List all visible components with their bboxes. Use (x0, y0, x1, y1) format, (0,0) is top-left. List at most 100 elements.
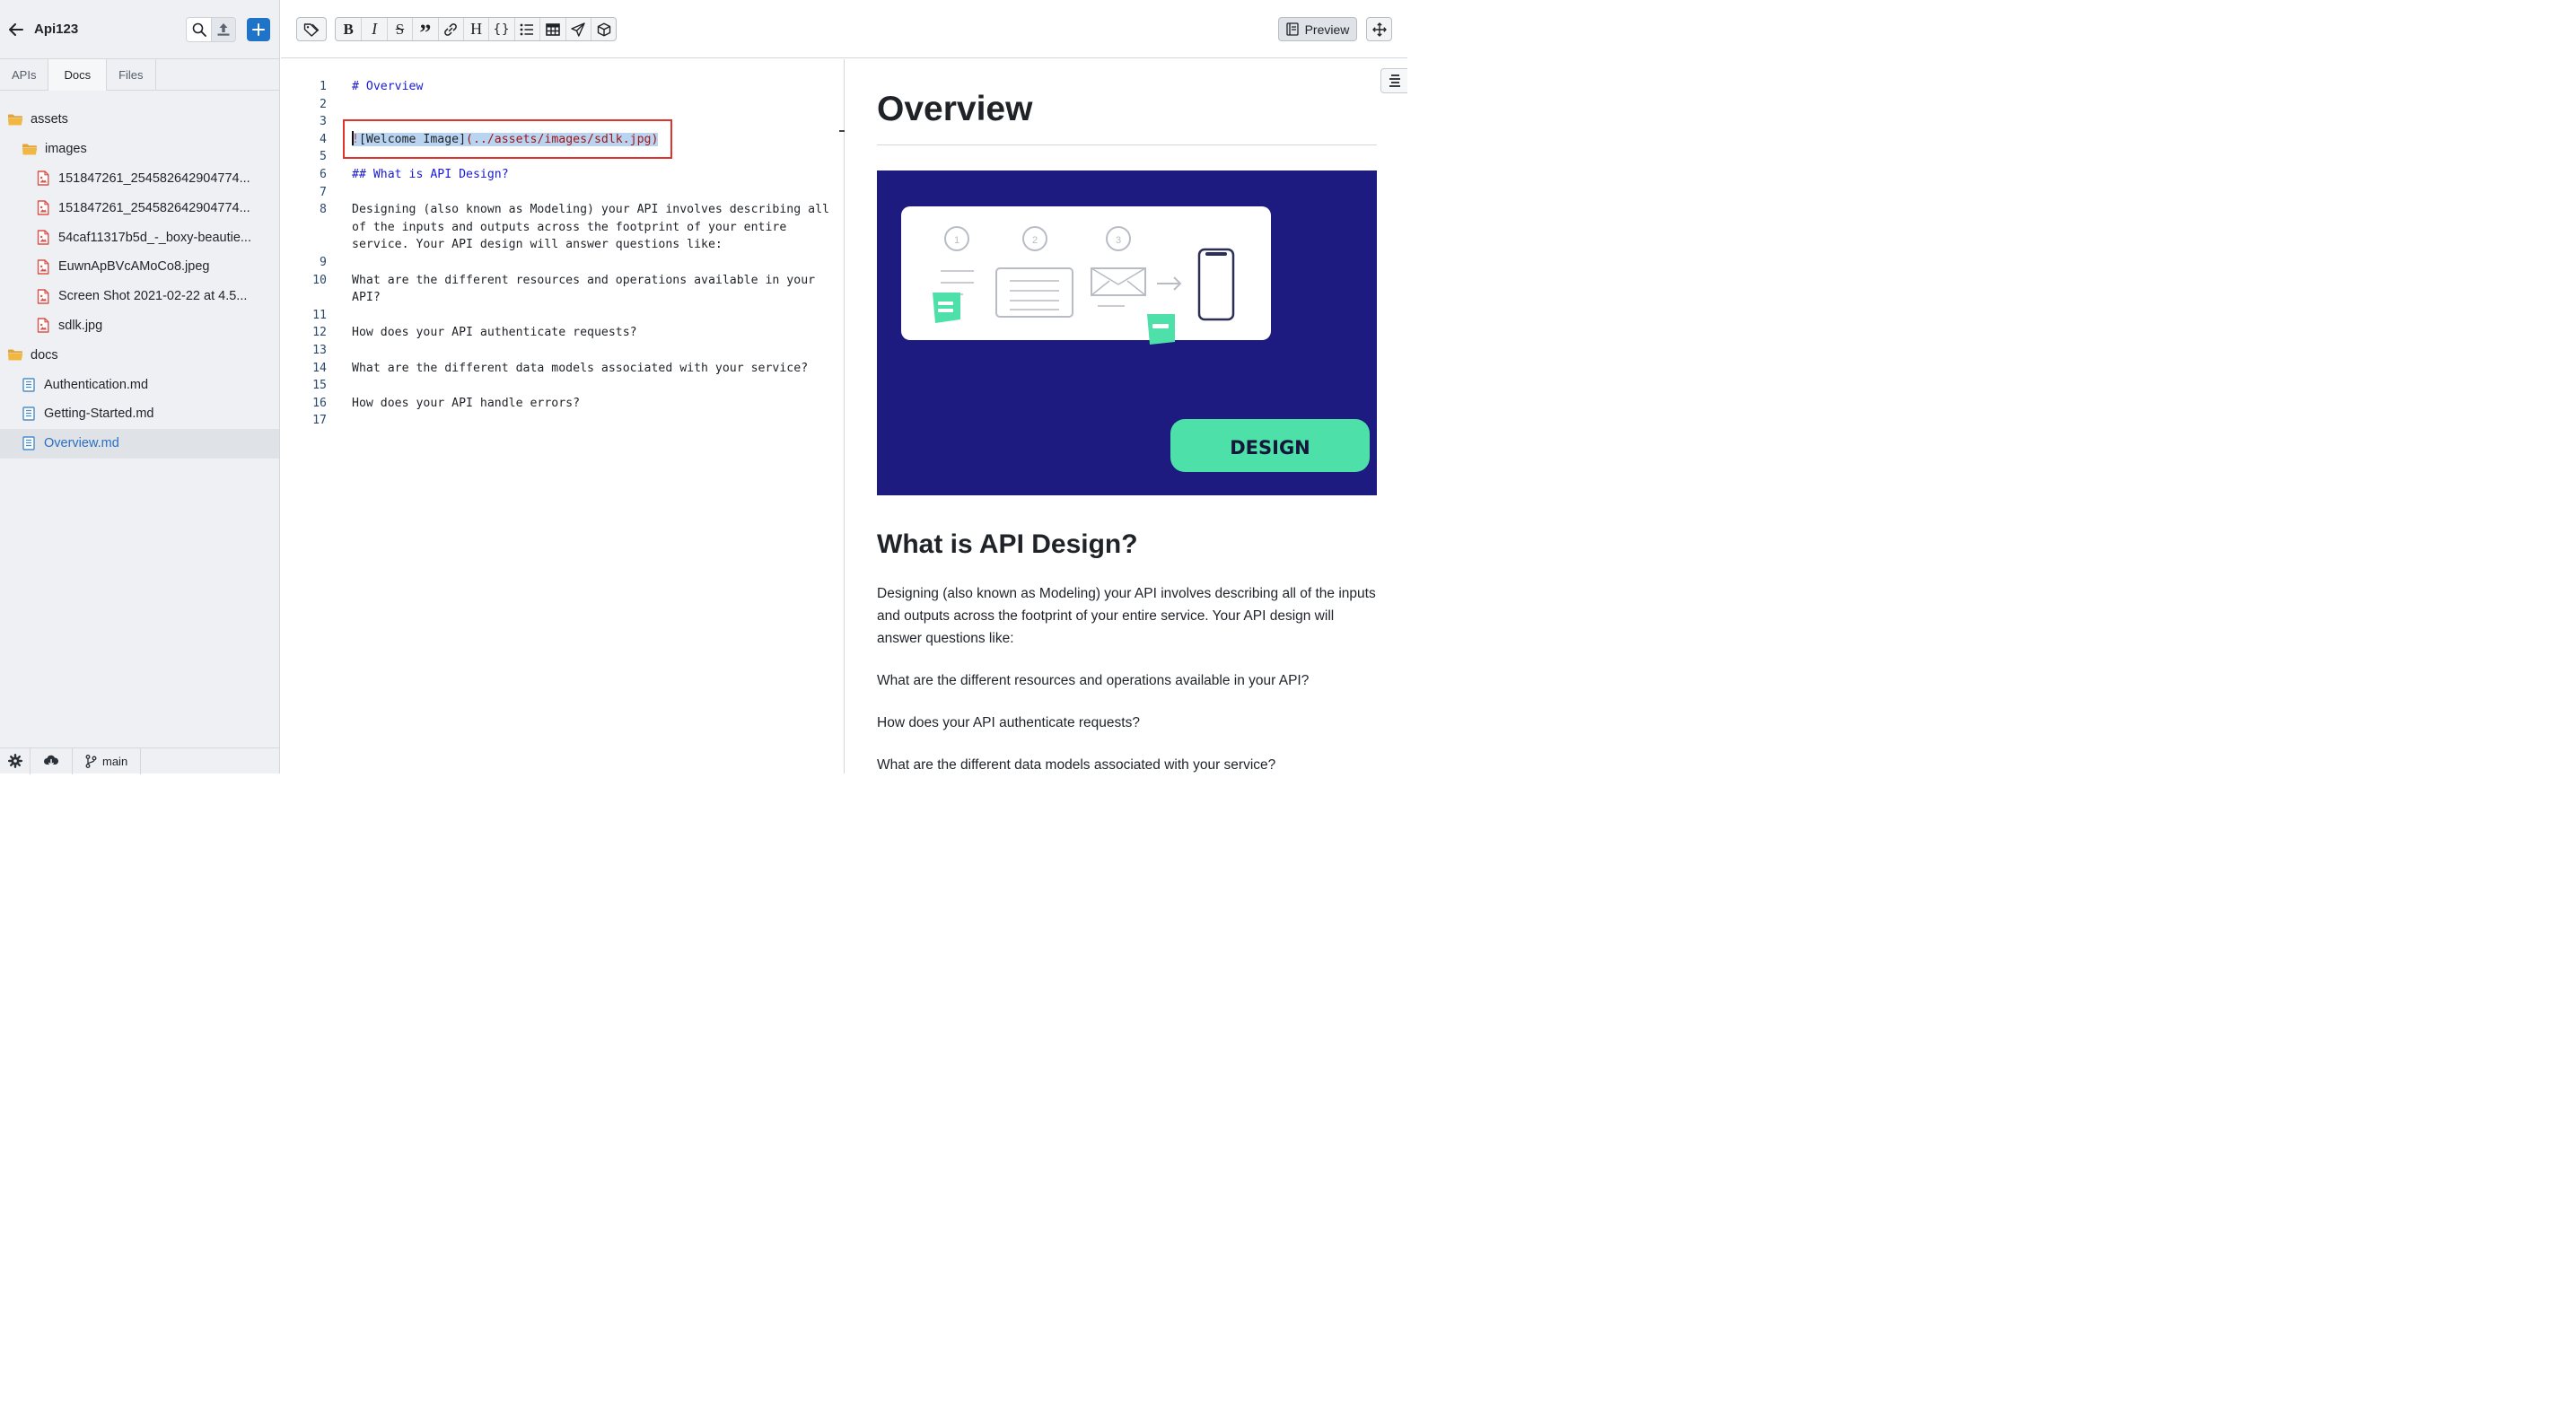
line-number: 13 (312, 344, 327, 357)
upload-icon[interactable] (211, 17, 235, 41)
heading-divider (877, 144, 1377, 145)
add-button[interactable] (247, 17, 270, 41)
tree-item-sdlk-jpg[interactable]: sdlk.jpg (0, 311, 279, 341)
tab-apis[interactable]: APIs (0, 59, 49, 90)
bullet-list-button[interactable] (513, 18, 539, 40)
tree-item-screen-shot-2021-02-22-at-4-5[interactable]: Screen Shot 2021-02-22 at 4.5... (0, 282, 279, 311)
quote-button[interactable]: ” (412, 18, 437, 40)
tag-icon (303, 22, 320, 37)
editor-line: 11 (281, 307, 845, 325)
image-file-icon (35, 318, 51, 334)
tree-item-label: 151847261_254582642904774... (58, 170, 250, 186)
fullscreen-button[interactable] (1366, 17, 1392, 41)
editor-line: 2 (281, 96, 845, 114)
step-2-label: 2 (1032, 235, 1038, 246)
move-arrows-icon (1371, 22, 1387, 37)
table-of-contents-button[interactable] (1380, 68, 1407, 93)
markdown-editor[interactable]: 1 # Overview 2 3 4 ![Welcome Image](../assets… (281, 59, 845, 774)
sidebar-header: Api123 (0, 0, 279, 58)
image-bang: ! (352, 132, 359, 146)
header-button-group (186, 16, 236, 42)
editor-line: 12 How does your API authenticate request… (281, 324, 845, 342)
preview-heading-1: Overview (877, 90, 1033, 128)
tab-docs[interactable]: Docs (48, 59, 108, 91)
editor-line: 7 (281, 184, 845, 202)
cloud-sync-icon[interactable] (31, 747, 73, 774)
folder-icon (22, 141, 38, 157)
table-icon (546, 22, 560, 36)
line-number: 14 (312, 361, 327, 375)
tree-item-images[interactable]: images (0, 135, 279, 164)
heading-button[interactable]: H (462, 18, 488, 40)
line-code: Designing (also known as Modeling) your … (352, 203, 829, 217)
search-icon[interactable] (187, 17, 211, 41)
tree-item-label: Overview.md (44, 436, 119, 451)
editor-line: 6 ## What is API Design? (281, 166, 845, 184)
settings-gear-icon[interactable] (0, 747, 31, 774)
tag-button[interactable] (296, 17, 327, 41)
link-button[interactable] (437, 18, 463, 40)
tree-item-151847261-254582642904774[interactable]: 151847261_254582642904774... (0, 164, 279, 194)
preview-toggle-button[interactable]: Preview (1278, 17, 1357, 41)
tree-item-docs[interactable]: docs (0, 340, 279, 370)
project-title: Api123 (34, 22, 79, 37)
line-number: 9 (320, 256, 327, 269)
welcome-image: 1 2 3 DESIGN (877, 170, 1377, 495)
tree-item-151847261-254582642904774[interactable]: 151847261_254582642904774... (0, 193, 279, 223)
line-number: 6 (320, 168, 327, 181)
strikethrough-button[interactable]: S (386, 18, 412, 40)
line-code: What are the different resources and ope… (352, 273, 816, 287)
line-number: 1 (320, 80, 327, 93)
sidebar: Api123 APIs Docs Files assets images 15184… (0, 0, 280, 774)
back-arrow-icon[interactable] (7, 21, 25, 39)
bullet-list-icon (521, 23, 534, 35)
preview-paragraph-4: What are the different data models assoc… (877, 757, 1276, 773)
image-url: (../assets/images/sdlk.jpg) (466, 132, 659, 146)
tree-item-label: Getting-Started.md (44, 406, 154, 422)
box-button[interactable] (590, 18, 616, 40)
line-number: 3 (320, 115, 327, 129)
editor-line: 16 How does your API handle errors? (281, 395, 845, 413)
markdown-file-icon (21, 435, 37, 451)
tree-item-54caf11317b5d-boxy-beautie[interactable]: 54caf11317b5d_-_boxy-beautie... (0, 223, 279, 252)
markdown-file-icon (21, 377, 37, 393)
tree-item-authentication-md[interactable]: Authentication.md (0, 370, 279, 399)
cube-icon (597, 22, 610, 36)
table-button[interactable] (539, 18, 565, 40)
code-button[interactable]: {} (488, 18, 513, 40)
bold-icon: B (343, 20, 354, 38)
branch-selector[interactable]: main (73, 747, 142, 774)
plus-icon (252, 22, 265, 36)
line-code: How does your API authenticate requests? (352, 326, 637, 340)
line-number: 4 (320, 132, 327, 146)
italic-button[interactable]: I (361, 18, 386, 40)
file-tree: assets images 151847261_254582642904774...… (0, 91, 279, 459)
line-number: 2 (320, 97, 327, 111)
tree-item-label: sdlk.jpg (58, 318, 103, 333)
line-code: of the inputs and outputs across the foo… (352, 220, 787, 234)
tree-item-label: images (45, 142, 87, 157)
folder-icon (7, 111, 23, 127)
line-number: 7 (320, 185, 327, 199)
image-file-icon (35, 200, 51, 216)
quote-icon: ” (419, 20, 432, 41)
editor-line: 3 (281, 113, 845, 131)
code-braces-icon: {} (493, 22, 511, 37)
line-number: 10 (312, 273, 327, 287)
preview-paragraph-1: Designing (also known as Modeling) your … (877, 586, 1376, 646)
editor-line: 10 What are the different resources and o… (281, 272, 845, 290)
bold-button[interactable]: B (336, 18, 361, 40)
editor-line: 15 (281, 377, 845, 395)
tree-item-getting-started-md[interactable]: Getting-Started.md (0, 399, 279, 429)
tree-item-euwnapbvcamoco8-jpeg[interactable]: EuwnApBVcAMoCo8.jpeg (0, 252, 279, 282)
tree-item-overview-md[interactable]: Overview.md (0, 428, 279, 459)
tree-item-label: Authentication.md (44, 377, 149, 392)
tree-item-assets[interactable]: assets (0, 105, 279, 135)
step-3-label: 3 (1116, 235, 1121, 246)
editor-toolbar: B I S ” H {} Preview (281, 0, 1407, 58)
line-code: What are the different data models assoc… (352, 361, 809, 375)
send-button[interactable] (565, 18, 591, 40)
line-number: 17 (312, 414, 327, 428)
editor-line: 5 (281, 148, 845, 166)
tab-files[interactable]: Files (107, 59, 156, 90)
